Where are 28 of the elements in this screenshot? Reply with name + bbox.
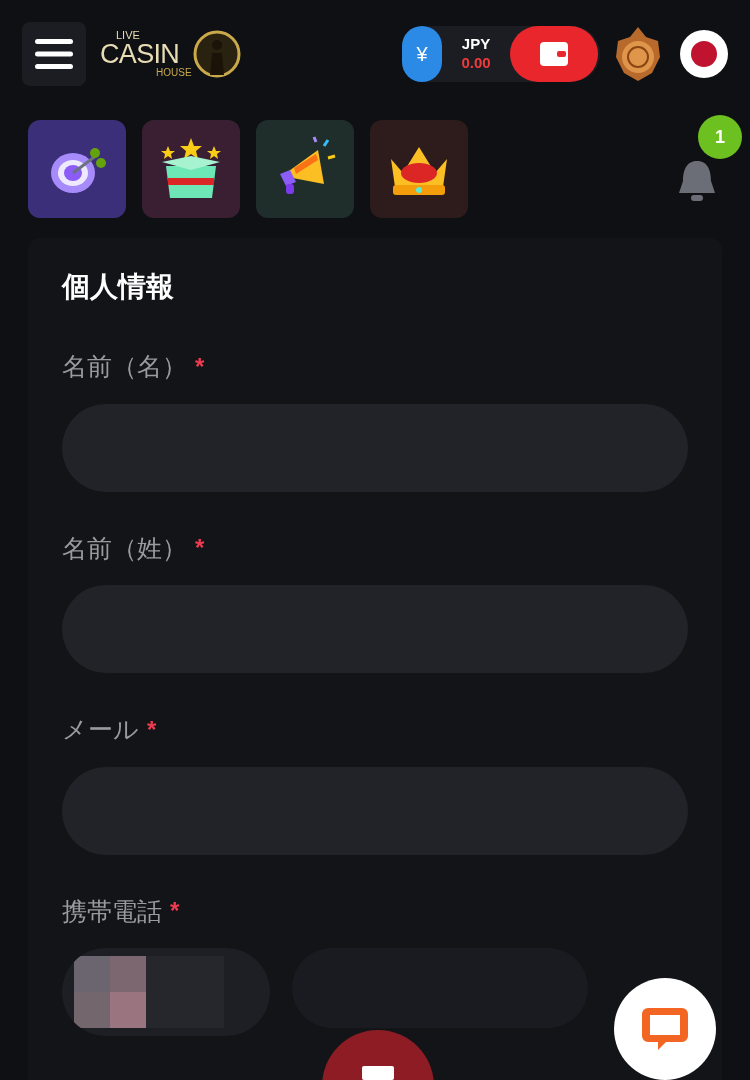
required-mark: * xyxy=(195,533,205,564)
field-label: 名前（名） xyxy=(62,351,187,382)
currency-code: JPY xyxy=(461,35,491,54)
field-label: 携帯電話 xyxy=(62,895,162,927)
field-label: 名前（姓） xyxy=(62,532,187,564)
notification-button[interactable] xyxy=(676,159,718,203)
required-mark: * xyxy=(170,896,180,927)
logo-emblem-icon xyxy=(191,29,242,79)
required-mark: * xyxy=(195,351,205,382)
promo-tile[interactable] xyxy=(28,120,126,218)
japan-flag-icon[interactable] xyxy=(680,30,728,78)
balance-amount: 0.00 xyxy=(461,54,491,73)
promo-tile[interactable] xyxy=(256,120,354,218)
promo-tile[interactable] xyxy=(142,120,240,218)
wallet-button[interactable] xyxy=(510,26,598,82)
menu-button[interactable] xyxy=(22,22,86,86)
promo-tile[interactable] xyxy=(370,120,468,218)
currency-symbol: ¥ xyxy=(402,26,442,82)
section-title: 個人情報 xyxy=(62,270,175,304)
notification-badge: 1 xyxy=(698,115,742,159)
menu-icon xyxy=(35,39,73,69)
balance-pill[interactable]: ¥ JPY 0.00 xyxy=(402,26,600,82)
field-label: メール xyxy=(62,714,139,745)
wallet-icon xyxy=(539,41,569,67)
casino-logo[interactable]: LIVE CASIN HOUSE xyxy=(100,28,242,80)
required-mark: * xyxy=(147,714,157,745)
bell-icon xyxy=(676,159,718,203)
blurred-flag-icon xyxy=(74,956,224,1028)
